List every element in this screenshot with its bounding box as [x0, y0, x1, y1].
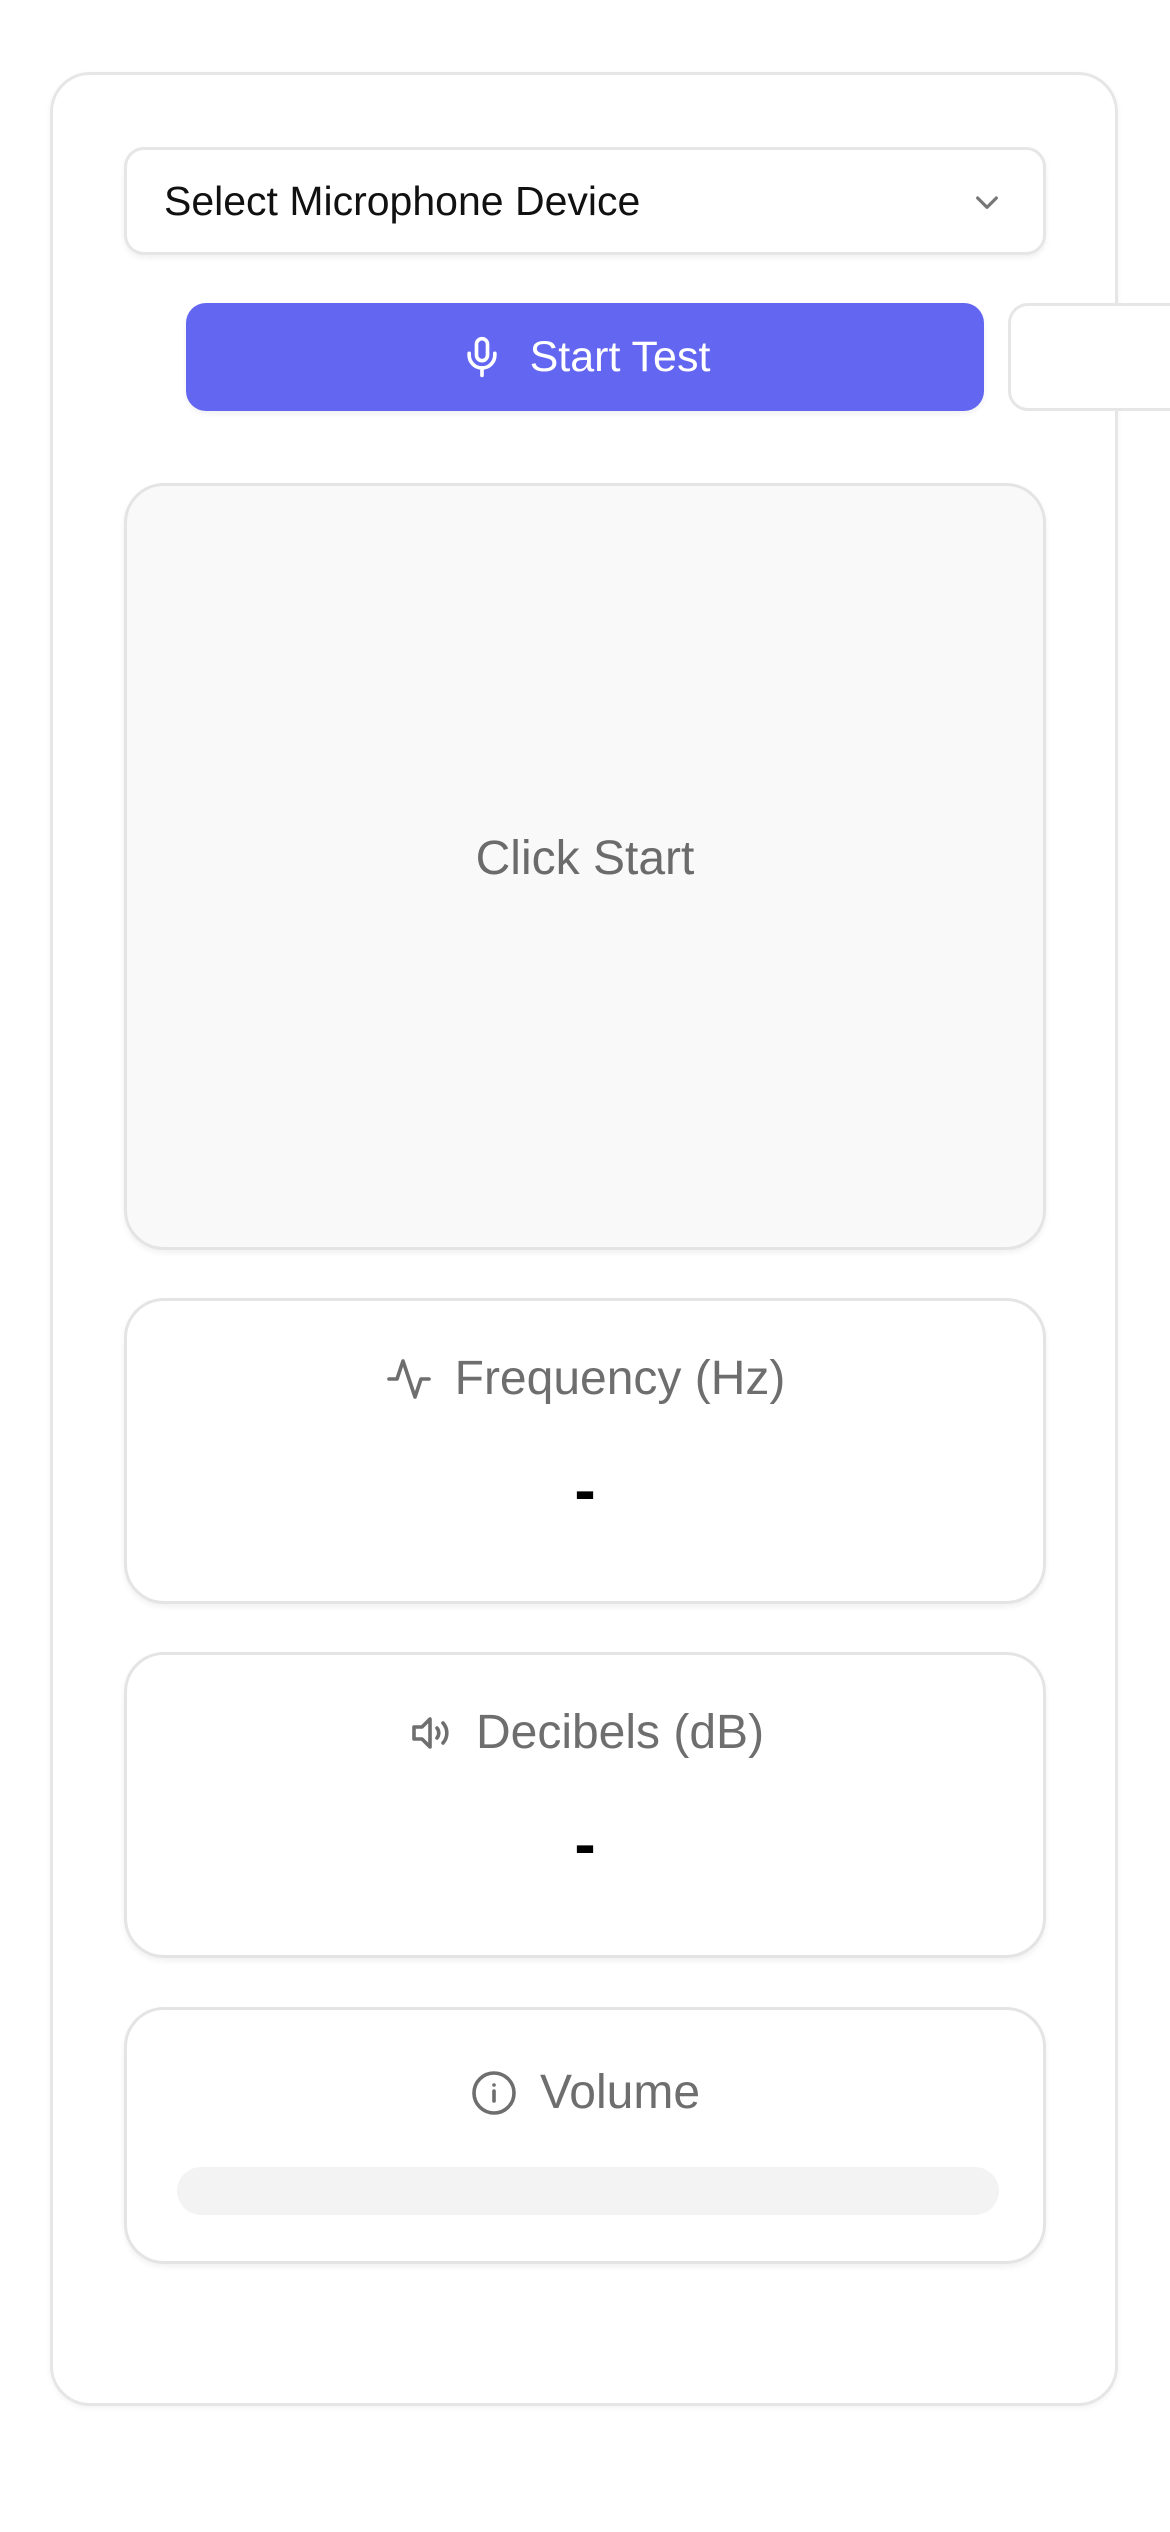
secondary-button[interactable] — [1008, 303, 1170, 411]
info-icon — [470, 2069, 518, 2117]
frequency-title: Frequency (Hz) — [454, 1352, 786, 1405]
decibels-title: Decibels (dB) — [475, 1706, 765, 1759]
chevron-down-icon — [971, 186, 1003, 218]
speaker-icon — [406, 1709, 454, 1757]
volume-card: Volume — [124, 2007, 1046, 2264]
audio-visualizer: Click Start — [124, 483, 1046, 1250]
start-test-button[interactable]: Start Test — [186, 303, 984, 411]
volume-meter — [177, 2167, 999, 2215]
microphone-device-select[interactable]: Select Microphone Device — [124, 147, 1046, 255]
decibels-value: - — [574, 1808, 596, 1880]
activity-icon — [385, 1355, 433, 1403]
frequency-card: Frequency (Hz) - — [124, 1298, 1046, 1604]
decibels-card: Decibels (dB) - — [124, 1652, 1046, 1958]
frequency-value: - — [574, 1454, 596, 1526]
start-test-label: Start Test — [529, 332, 711, 381]
visualizer-message: Click Start — [475, 832, 695, 885]
volume-title: Volume — [539, 2066, 701, 2119]
device-select-label: Select Microphone Device — [164, 178, 641, 224]
microphone-icon — [460, 335, 504, 379]
